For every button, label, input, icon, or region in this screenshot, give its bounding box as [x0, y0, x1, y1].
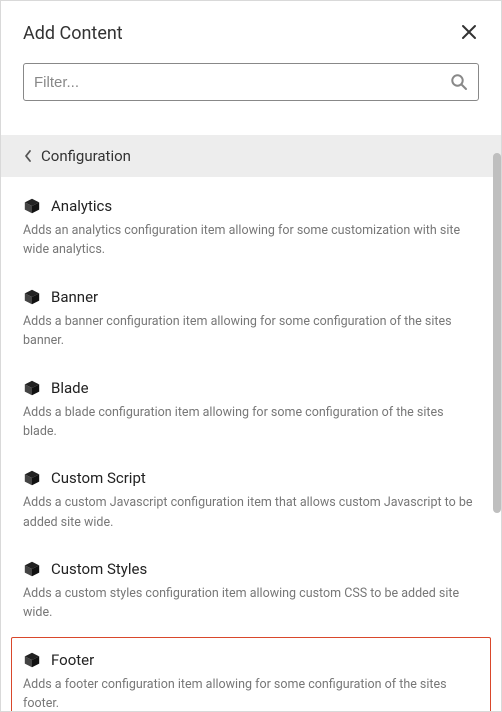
item-title: Banner — [51, 288, 98, 306]
item-title: Footer — [51, 651, 94, 669]
item-title: Blade — [51, 379, 89, 397]
item-header-row: Footer — [23, 651, 479, 669]
content-type-item[interactable]: Custom Styles Adds a custom styles confi… — [1, 546, 501, 637]
item-description: Adds a custom Javascript configuration i… — [23, 493, 479, 532]
search-icon — [450, 73, 468, 91]
content-type-item[interactable]: Footer Adds a footer configuration item … — [11, 637, 491, 712]
breadcrumb-back[interactable]: Configuration — [1, 135, 501, 177]
item-title: Custom Styles — [51, 560, 147, 578]
cube-icon — [23, 469, 41, 487]
item-description: Adds a blade configuration item allowing… — [23, 403, 479, 442]
search-container — [1, 63, 501, 123]
cube-icon — [23, 651, 41, 669]
panel-title: Add Content — [23, 23, 123, 44]
add-content-panel: Add Content Configuration — [0, 0, 502, 712]
item-header-row: Blade — [23, 379, 479, 397]
cube-icon — [23, 379, 41, 397]
cube-icon — [23, 288, 41, 306]
panel-header: Add Content — [1, 1, 501, 63]
search-box[interactable] — [23, 63, 479, 101]
item-title: Custom Script — [51, 469, 146, 487]
item-header-row: Custom Styles — [23, 560, 479, 578]
item-header-row: Custom Script — [23, 469, 479, 487]
content-type-item[interactable]: Analytics Adds an analytics configuratio… — [1, 183, 501, 274]
item-description: Adds a custom styles configuration item … — [23, 584, 479, 623]
chevron-left-icon — [23, 149, 33, 163]
item-description: Adds a footer configuration item allowin… — [23, 675, 479, 712]
content-items-list: Analytics Adds an analytics configuratio… — [1, 177, 501, 712]
cube-icon — [23, 197, 41, 215]
cube-icon — [23, 560, 41, 578]
content-type-item[interactable]: Banner Adds a banner configuration item … — [1, 274, 501, 365]
scrollbar-thumb[interactable] — [493, 153, 501, 513]
close-button[interactable] — [459, 21, 479, 45]
item-title: Analytics — [51, 197, 112, 215]
content-type-item[interactable]: Custom Script Adds a custom Javascript c… — [1, 455, 501, 546]
item-description: Adds an analytics configuration item all… — [23, 221, 479, 260]
filter-input[interactable] — [34, 74, 450, 91]
content-type-item[interactable]: Blade Adds a blade configuration item al… — [1, 365, 501, 456]
breadcrumb-label: Configuration — [41, 147, 131, 165]
item-header-row: Analytics — [23, 197, 479, 215]
item-description: Adds a banner configuration item allowin… — [23, 312, 479, 351]
close-icon — [461, 24, 477, 40]
item-header-row: Banner — [23, 288, 479, 306]
